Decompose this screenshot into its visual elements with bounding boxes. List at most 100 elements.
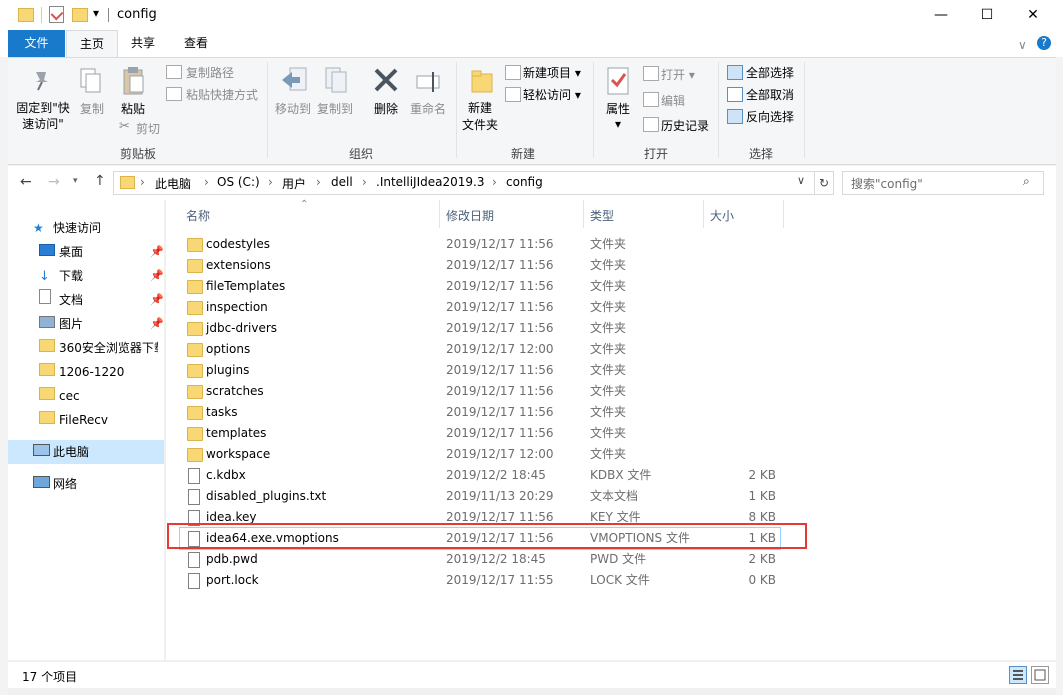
chevron-right-icon[interactable]: ›	[362, 175, 367, 189]
chevron-right-icon[interactable]: ›	[316, 175, 321, 189]
refresh-icon[interactable]: ↻	[814, 171, 834, 195]
chevron-right-icon[interactable]: ›	[492, 175, 497, 189]
search-icon[interactable]: ⌕	[1023, 174, 1030, 189]
nav-item[interactable]: 此电脑	[8, 440, 164, 464]
nav-item[interactable]: 网络	[8, 472, 164, 496]
new-folder-qat-icon[interactable]	[72, 8, 88, 22]
copy-to-button[interactable]: 复制到	[315, 100, 355, 117]
chevron-right-icon[interactable]: ›	[268, 175, 273, 189]
open-button[interactable]: 打开 ▾	[661, 66, 695, 83]
file-row[interactable]: pdb.pwd 2019/12/2 18:45 PWD 文件 2 KB	[180, 549, 780, 570]
column-header-date[interactable]: 修改日期	[446, 206, 494, 226]
nav-item[interactable]: cec	[8, 384, 164, 408]
history-button[interactable]: 历史记录	[661, 117, 709, 134]
nav-item[interactable]: 图片 📌	[8, 312, 164, 336]
computer-icon	[33, 440, 50, 464]
properties-button[interactable]: 属性 ▾	[600, 100, 636, 131]
delete-button[interactable]: 删除	[370, 100, 402, 117]
file-row[interactable]: templates 2019/12/17 11:56 文件夹	[180, 423, 780, 444]
file-row[interactable]: port.lock 2019/12/17 11:55 LOCK 文件 0 KB	[180, 570, 780, 591]
select-all-button[interactable]: 全部选择	[746, 64, 794, 81]
new-item-button[interactable]: 新建项目 ▾	[523, 64, 581, 81]
copy-button[interactable]: 复制	[78, 100, 106, 117]
breadcrumb-item[interactable]: dell	[331, 175, 353, 189]
file-date: 2019/12/17 11:56	[446, 363, 554, 377]
nav-item[interactable]: 桌面 📌	[8, 240, 164, 264]
new-folder-button[interactable]: 新建 文件夹	[460, 100, 500, 134]
breadcrumb-item[interactable]: OS (C:)	[217, 175, 260, 189]
nav-item[interactable]: ★ 快速访问	[8, 216, 164, 240]
chevron-down-icon[interactable]: ∨	[797, 174, 805, 187]
easy-access-button[interactable]: 轻松访问 ▾	[523, 86, 581, 103]
chevron-right-icon[interactable]: ›	[140, 175, 145, 189]
cut-button[interactable]: 剪切	[136, 120, 160, 137]
file-row[interactable]: codestyles 2019/12/17 11:56 文件夹	[180, 234, 780, 255]
nav-item[interactable]: 360安全浏览器下载	[8, 336, 164, 360]
close-button[interactable]: ✕	[1010, 0, 1056, 30]
tab-share[interactable]: 共享	[119, 30, 167, 57]
copy-path-button[interactable]: 复制路径	[186, 64, 234, 81]
help-icon[interactable]: ?	[1037, 36, 1051, 50]
file-row[interactable]: plugins 2019/12/17 11:56 文件夹	[180, 360, 780, 381]
breadcrumb-item[interactable]: config	[506, 175, 543, 189]
ribbon-collapse-icon[interactable]: ∨	[1018, 38, 1027, 52]
status-bar	[8, 662, 1056, 688]
file-row[interactable]: workspace 2019/12/17 12:00 文件夹	[180, 444, 780, 465]
column-header-name[interactable]: 名称	[186, 206, 210, 226]
file-row[interactable]: extensions 2019/12/17 11:56 文件夹	[180, 255, 780, 276]
tab-home[interactable]: 主页	[66, 30, 118, 58]
pin-icon	[30, 68, 54, 92]
file-name: jdbc-drivers	[206, 321, 278, 335]
maximize-button[interactable]: ☐	[964, 0, 1010, 30]
file-row[interactable]: options 2019/12/17 12:00 文件夹	[180, 339, 780, 360]
paste-button[interactable]: 粘贴	[118, 100, 148, 117]
file-row[interactable]: fileTemplates 2019/12/17 11:56 文件夹	[180, 276, 780, 297]
chevron-right-icon[interactable]: ›	[204, 175, 209, 189]
select-none-button[interactable]: 全部取消	[746, 86, 794, 103]
edit-button[interactable]: 编辑	[661, 92, 685, 109]
column-header-size[interactable]: 大小	[710, 206, 734, 226]
tab-file[interactable]: 文件	[8, 30, 65, 57]
file-name: plugins	[206, 363, 250, 377]
file-row[interactable]: inspection 2019/12/17 11:56 文件夹	[180, 297, 780, 318]
breadcrumb-item[interactable]: .IntelliJIdea2019.3	[376, 175, 484, 189]
column-header-type[interactable]: 类型	[590, 206, 614, 226]
invert-selection-button[interactable]: 反向选择	[746, 108, 794, 125]
rename-button[interactable]: 重命名	[407, 100, 449, 117]
nav-item[interactable]: FileRecv	[8, 408, 164, 432]
file-row[interactable]: tasks 2019/12/17 11:56 文件夹	[180, 402, 780, 423]
properties-qat-icon[interactable]	[49, 6, 64, 23]
large-icons-view-icon[interactable]	[1031, 666, 1049, 684]
details-view-icon[interactable]	[1009, 666, 1027, 684]
recent-dropdown-icon[interactable]: ▾	[73, 176, 78, 186]
nav-item[interactable]: ↓ 下载 📌	[8, 264, 164, 288]
address-bar[interactable]: › 此电脑 › OS (C:) › 用户 › dell › .IntelliJI…	[113, 171, 815, 195]
breadcrumb-item[interactable]: 用户	[282, 175, 306, 192]
file-row[interactable]: scratches 2019/12/17 11:56 文件夹	[180, 381, 780, 402]
folder-icon	[187, 427, 203, 441]
file-row[interactable]: disabled_plugins.txt 2019/11/13 20:29 文本文档…	[180, 486, 780, 507]
column-divider[interactable]	[439, 200, 440, 228]
nav-item-label: 1206-1220	[59, 365, 125, 379]
forward-arrow-icon[interactable]: →	[48, 174, 60, 190]
move-to-button[interactable]: 移动到	[273, 100, 313, 117]
minimize-button[interactable]: —	[918, 0, 964, 30]
up-arrow-icon[interactable]: ↑	[94, 173, 106, 189]
delete-icon	[372, 66, 400, 96]
tab-view[interactable]: 查看	[172, 30, 220, 57]
nav-item[interactable]: 1206-1220	[8, 360, 164, 384]
back-arrow-icon[interactable]: ←	[20, 174, 32, 190]
breadcrumb-item[interactable]: 此电脑	[155, 175, 191, 192]
qat-dropdown-icon[interactable]: ▾	[93, 6, 99, 20]
desktop-icon	[39, 240, 55, 264]
paste-shortcut-button[interactable]: 粘贴快捷方式	[186, 86, 258, 103]
column-divider[interactable]	[783, 200, 784, 228]
column-divider[interactable]	[583, 200, 584, 228]
file-name: extensions	[206, 258, 271, 272]
column-divider[interactable]	[703, 200, 704, 228]
file-row[interactable]: jdbc-drivers 2019/12/17 11:56 文件夹	[180, 318, 780, 339]
nav-item[interactable]: 文档 📌	[8, 288, 164, 312]
pin-quick-access-button[interactable]: 固定到"快 速访问"	[14, 100, 72, 132]
search-box[interactable]: 搜索"config" ⌕	[842, 171, 1044, 195]
file-row[interactable]: c.kdbx 2019/12/2 18:45 KDBX 文件 2 KB	[180, 465, 780, 486]
